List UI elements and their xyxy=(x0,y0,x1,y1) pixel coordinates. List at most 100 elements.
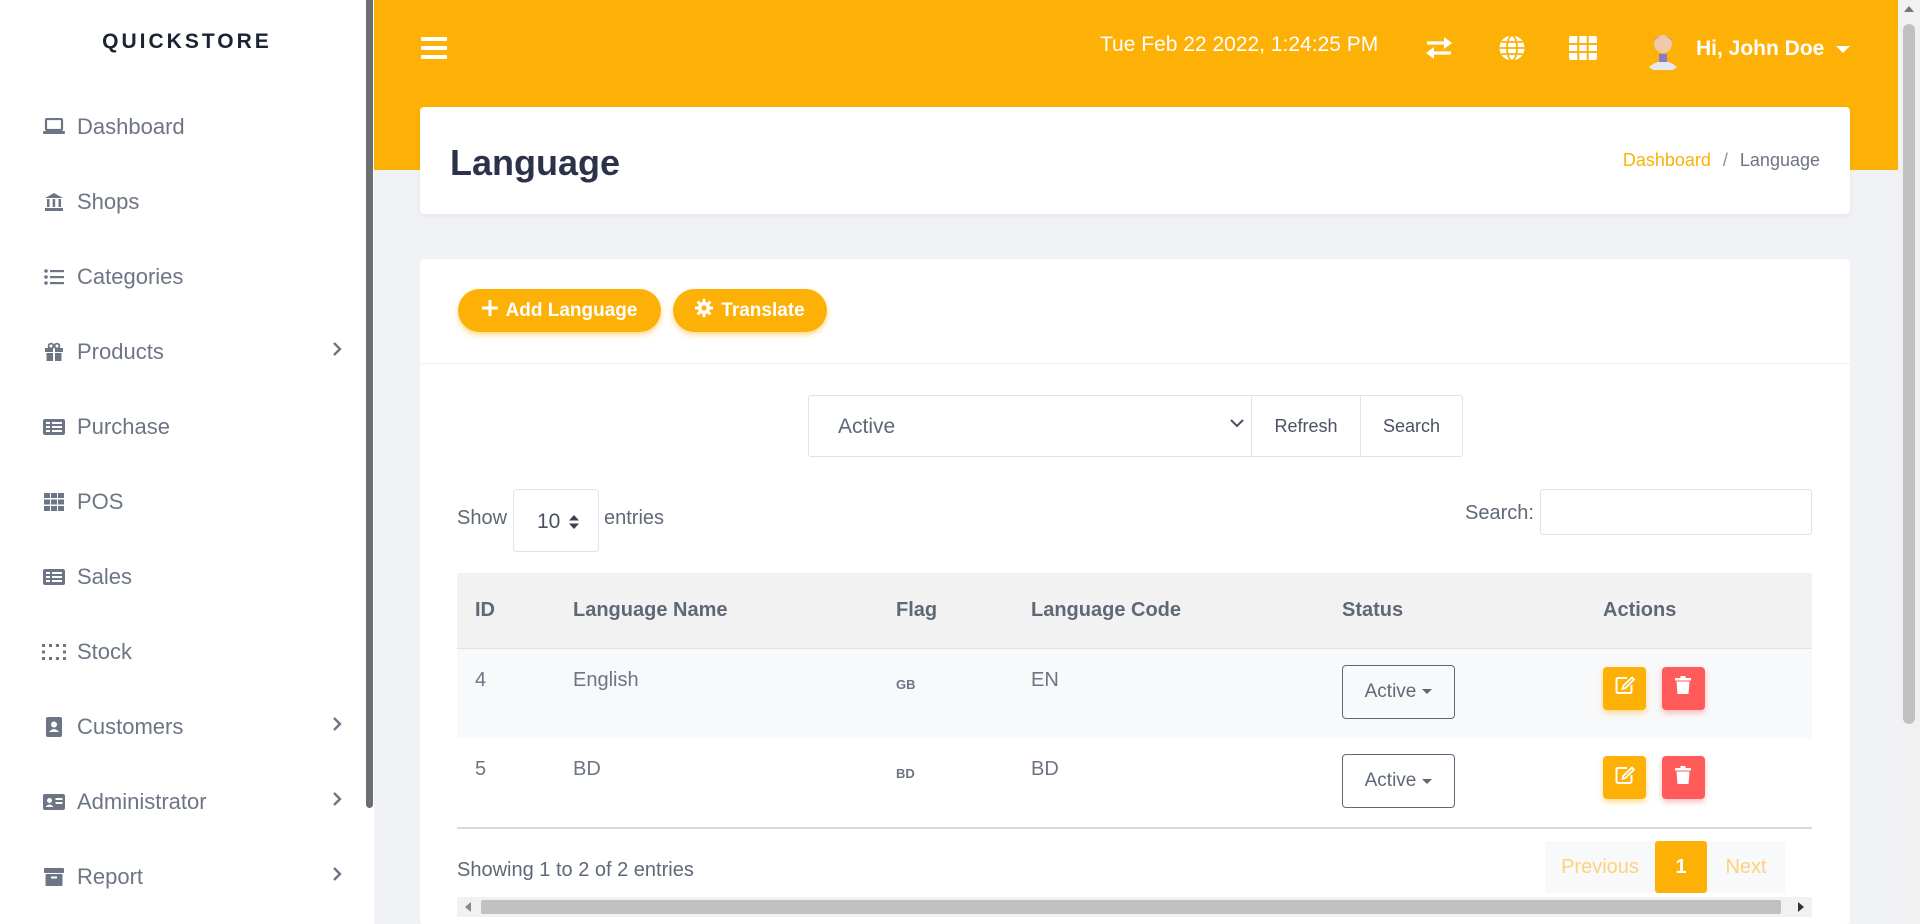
dots-grid-icon xyxy=(42,640,66,664)
cell-actions xyxy=(1585,648,1812,738)
breadcrumb-current: Language xyxy=(1739,150,1820,170)
status-dropdown-label: Active xyxy=(1364,770,1417,791)
edit-button[interactable] xyxy=(1603,756,1646,799)
chevron-right-icon xyxy=(332,866,342,887)
trash-icon xyxy=(1675,765,1692,790)
pagination-previous[interactable]: Previous xyxy=(1545,841,1655,893)
sidebar-item-label: Products xyxy=(77,338,164,364)
avatar xyxy=(1640,26,1686,72)
grid-icon xyxy=(42,490,66,514)
menu-toggle-icon[interactable] xyxy=(421,37,447,61)
pagination-page-1[interactable]: 1 xyxy=(1655,841,1707,893)
column-header-status[interactable]: Status xyxy=(1324,573,1585,648)
sidebar-item-dashboard[interactable]: Dashboard xyxy=(0,89,366,164)
sidebar-item-sales[interactable]: Sales xyxy=(0,539,366,614)
cell-language-name: BD xyxy=(573,758,601,780)
breadcrumb-dashboard-link[interactable]: Dashboard xyxy=(1623,150,1711,171)
delete-button[interactable] xyxy=(1661,756,1705,799)
cell-id: 5 xyxy=(475,758,487,780)
refresh-button[interactable]: Refresh xyxy=(1252,396,1361,456)
status-dropdown[interactable]: Active xyxy=(1342,754,1455,808)
sidebar-item-label: Customers xyxy=(77,713,184,739)
status-dropdown[interactable]: Active xyxy=(1342,664,1455,719)
pagination-next[interactable]: Next xyxy=(1707,841,1785,893)
sidebar-item-stock[interactable]: Stock xyxy=(0,614,366,689)
gift-icon xyxy=(42,340,66,364)
sidebar-item-pos[interactable]: POS xyxy=(0,464,366,539)
list-icon xyxy=(42,265,66,289)
page-title: Language xyxy=(450,142,621,183)
chevron-right-icon xyxy=(332,341,342,362)
breadcrumb-separator: / xyxy=(1722,150,1728,170)
column-header-flag[interactable]: Flag xyxy=(878,573,1013,648)
add-language-label: Add Language xyxy=(505,299,638,321)
edit-icon xyxy=(1615,676,1635,700)
translate-button[interactable]: Translate xyxy=(673,289,827,332)
sidebar-item-label: Report xyxy=(77,863,144,889)
scroll-left-icon[interactable] xyxy=(465,902,471,912)
caret-down-icon xyxy=(1422,689,1433,694)
card-header: Add Language Translate xyxy=(420,259,1850,364)
sidebar: QUICKSTORE Dashboard Shops Categories Pr… xyxy=(0,0,366,924)
caret-down-icon xyxy=(1422,778,1433,784)
sidebar-item-customers[interactable]: Customers xyxy=(0,689,366,764)
page-length-value: 10 xyxy=(537,510,561,533)
page-scrollbar-thumb[interactable] xyxy=(1903,24,1915,724)
apps-grid-icon[interactable] xyxy=(1568,33,1598,63)
sidebar-item-label: Administrator xyxy=(77,788,207,814)
edit-button[interactable] xyxy=(1603,666,1646,710)
id-card-icon xyxy=(42,790,66,814)
column-header-actions[interactable]: Actions xyxy=(1585,573,1812,648)
plus-icon xyxy=(481,299,498,322)
table-horizontal-scrollbar[interactable] xyxy=(457,897,1812,917)
table-header-row: ID Language Name Flag Language Code Stat… xyxy=(457,573,1812,648)
entries-label: entries xyxy=(604,507,665,529)
status-filter-select[interactable]: Active xyxy=(809,396,1252,456)
sidebar-item-label: Categories xyxy=(77,263,184,289)
page-scrollbar[interactable] xyxy=(1898,0,1920,924)
sidebar-item-purchase[interactable]: Purchase xyxy=(0,389,366,464)
exchange-icon[interactable] xyxy=(1424,33,1454,63)
sidebar-item-shops[interactable]: Shops xyxy=(0,164,366,239)
sidebar-item-categories[interactable]: Categories xyxy=(0,239,366,314)
globe-icon[interactable] xyxy=(1497,33,1527,63)
add-language-button[interactable]: Add Language xyxy=(458,289,661,332)
search-button[interactable]: Search xyxy=(1361,396,1462,456)
gear-icon xyxy=(695,298,714,323)
sidebar-scrollbar-thumb[interactable] xyxy=(366,0,373,808)
table-divider xyxy=(457,827,1812,829)
status-filter-value: Active xyxy=(838,415,896,438)
table-scrollbar-thumb[interactable] xyxy=(481,900,1781,914)
scroll-up-icon[interactable] xyxy=(1904,6,1914,12)
receipt-icon xyxy=(42,565,66,589)
sidebar-item-label: Purchase xyxy=(77,413,170,439)
contact-book-icon xyxy=(42,715,66,739)
scroll-right-icon[interactable] xyxy=(1798,902,1804,912)
table-search-input[interactable] xyxy=(1540,489,1812,535)
chevron-down-icon xyxy=(1836,45,1851,53)
sidebar-item-administrator[interactable]: Administrator xyxy=(0,764,366,839)
table-row: 5 BD BD BD Active xyxy=(457,738,1812,828)
sidebar-item-label: Sales xyxy=(77,563,133,589)
sidebar-item-products[interactable]: Products xyxy=(0,314,366,389)
page-length-select[interactable]: 10 xyxy=(513,489,599,552)
translate-label: Translate xyxy=(721,299,805,321)
laptop-icon xyxy=(42,115,66,139)
column-header-language-code[interactable]: Language Code xyxy=(1013,573,1324,648)
cell-actions xyxy=(1585,738,1812,828)
column-header-language-name[interactable]: Language Name xyxy=(555,573,878,648)
user-menu[interactable]: Hi, John Doe xyxy=(1640,26,1851,72)
trash-icon xyxy=(1675,676,1692,700)
sidebar-item-report[interactable]: Report xyxy=(0,839,366,914)
language-card: Add Language Translate Active Refresh Se… xyxy=(420,259,1850,924)
brand-logo[interactable]: QUICKSTORE xyxy=(0,30,374,54)
column-header-id[interactable]: ID xyxy=(457,573,555,648)
sidebar-item-label: Dashboard xyxy=(77,113,185,139)
delete-button[interactable] xyxy=(1661,666,1705,710)
page-header-card: Language Dashboard / Language xyxy=(420,107,1850,214)
cell-language-code: BD xyxy=(1031,758,1059,780)
status-filter-group: Active Refresh Search xyxy=(808,395,1463,457)
show-label: Show xyxy=(457,507,508,529)
pagination: Previous 1 Next xyxy=(1545,841,1785,893)
chevron-right-icon xyxy=(332,791,342,812)
